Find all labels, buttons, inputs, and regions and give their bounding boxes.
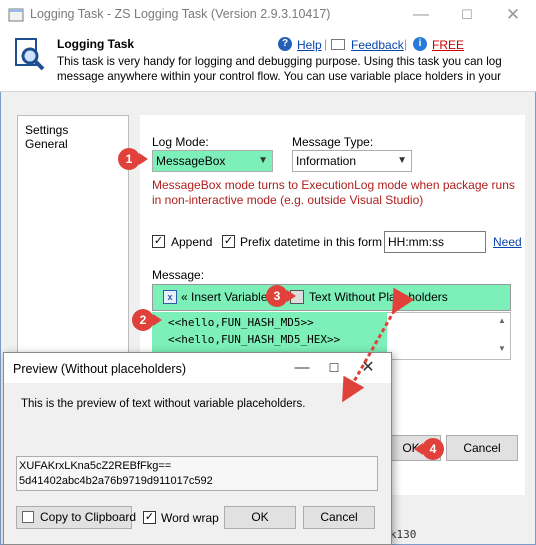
help-link[interactable]: Help: [297, 38, 322, 52]
prefix-datetime-label: Prefix datetime in this form: [240, 235, 383, 249]
mode-warning: MessageBox mode turns to ExecutionLog mo…: [152, 178, 515, 207]
clipboard-icon: [22, 511, 34, 523]
feedback-link[interactable]: Feedback: [351, 38, 404, 52]
preview-output[interactable]: XUFAKrxLKna5cZ2REBfFkg== 5d41402abc4b2a7…: [19, 459, 213, 489]
callout-pointer: [139, 153, 148, 165]
window-title: Logging Task - ZS Logging Task (Version …: [30, 7, 331, 21]
maximize-button[interactable]: ☐: [444, 0, 490, 30]
variable-icon[interactable]: x: [163, 290, 177, 304]
callout-badge-1: 1: [118, 148, 140, 170]
insert-variable-button[interactable]: « Insert Variable: [181, 290, 268, 304]
preview-close-button[interactable]: ✕: [352, 353, 384, 383]
nav-settings-general[interactable]: Settings General: [25, 123, 68, 151]
callout-badge-3: 3: [266, 285, 288, 307]
scroll-up-icon[interactable]: ▲: [498, 316, 506, 325]
need-help-link[interactable]: Need: [493, 235, 522, 249]
close-button[interactable]: ✕: [490, 0, 536, 30]
chevron-down-icon: ▼: [258, 155, 268, 166]
help-icon[interactable]: ?: [278, 37, 292, 51]
message-type-select[interactable]: Information ▼: [292, 150, 412, 172]
task-name: Logging Task: [57, 37, 135, 51]
prefix-datetime-checkbox[interactable]: ✓: [222, 235, 235, 248]
preview-ok-button[interactable]: OK: [224, 506, 296, 529]
separator: |: [404, 37, 408, 51]
free-link[interactable]: FREE: [432, 38, 464, 52]
chevron-down-icon: ▼: [397, 155, 407, 166]
info-icon[interactable]: i: [413, 37, 427, 51]
task-description: This task is very handy for logging and …: [57, 55, 502, 83]
callout-pointer: [153, 314, 162, 326]
text-without-placeholders-button[interactable]: Text Without Placeholders: [309, 290, 448, 304]
log-mode-value: MessageBox: [156, 154, 226, 168]
word-wrap-checkbox[interactable]: ✓: [143, 511, 156, 524]
callout-badge-4: 4: [422, 438, 444, 460]
minimize-button[interactable]: —: [398, 0, 444, 30]
message-label: Message:: [152, 268, 205, 282]
preview-minimize-button[interactable]: —: [286, 353, 318, 383]
message-type-value: Information: [296, 154, 357, 168]
app-icon: [8, 8, 24, 22]
callout-badge-2: 2: [132, 309, 154, 331]
cancel-button[interactable]: Cancel: [446, 435, 518, 461]
log-mode-select[interactable]: MessageBox ▼: [152, 150, 273, 172]
preview-message: This is the preview of text without vari…: [21, 398, 306, 410]
datetime-format-input[interactable]: HH:mm:ss: [384, 231, 486, 253]
message-type-label: Message Type:: [292, 135, 374, 149]
append-checkbox[interactable]: ✓: [152, 235, 165, 248]
separator: |: [324, 37, 328, 51]
magnifier-document-icon: [15, 38, 45, 71]
copy-to-clipboard-label: Copy to Clipboard: [40, 510, 137, 524]
preview-maximize-button[interactable]: ☐: [318, 353, 350, 383]
log-mode-label: Log Mode:: [152, 135, 209, 149]
word-wrap-label: Word wrap: [161, 511, 219, 525]
append-label: Append: [171, 235, 213, 249]
envelope-icon[interactable]: [331, 39, 345, 50]
preview-cancel-button[interactable]: Cancel: [303, 506, 375, 529]
message-code[interactable]: <<hello,FUN_HASH_MD5>> <<hello,FUN_HASH_…: [168, 314, 340, 348]
scroll-down-icon[interactable]: ▼: [498, 344, 506, 353]
preview-title: Preview (Without placeholders): [13, 362, 186, 376]
callout-pointer: [287, 290, 296, 302]
